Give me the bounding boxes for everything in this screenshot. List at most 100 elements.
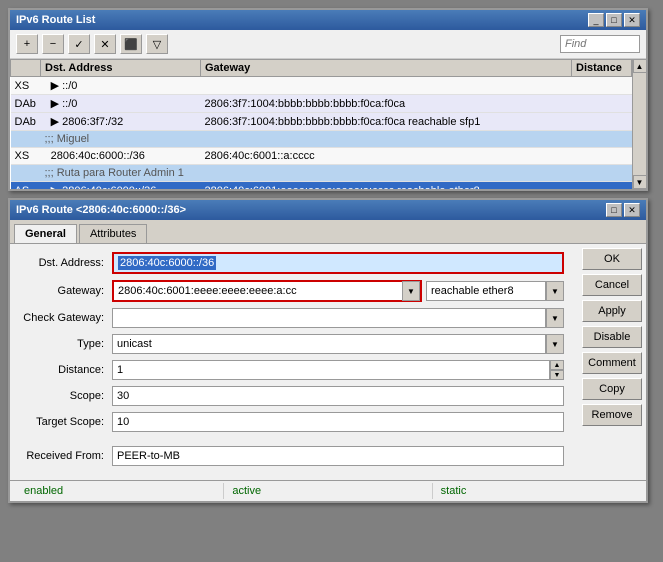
row-dst: 2806:40c:6000::/36	[41, 148, 201, 165]
status-bar: enabled active static	[10, 480, 646, 501]
detail-titlebar: IPv6 Route <2806:40c:6000::/36> □ ✕	[10, 200, 646, 220]
title-buttons: _ □ ✕	[588, 13, 640, 27]
status-active: active	[224, 483, 432, 499]
toolbar: + − ✓ ✕ ⬛ ▽	[10, 30, 646, 59]
scope-field[interactable]: 30	[112, 386, 564, 406]
check-gateway-dropdown[interactable]: ▼	[546, 308, 564, 328]
copy-button[interactable]: Copy	[582, 378, 642, 400]
distance-label: Distance:	[22, 364, 112, 376]
detail-minimize-button[interactable]: □	[606, 203, 622, 217]
table-row[interactable]: XS 2806:40c:6000::/36 2806:40c:6001::a:c…	[11, 148, 632, 165]
form-area: Dst. Address: 2806:40c:6000::/36 Gateway…	[10, 244, 576, 480]
table-row-selected[interactable]: AS ▶ 2806:40c:6000::/36 2806:40c:6001:ee…	[11, 182, 632, 190]
row-distance	[572, 77, 632, 95]
scope-row: Scope: 30	[22, 386, 564, 406]
col-header-distance[interactable]: Distance	[572, 60, 632, 77]
gateway-row: Gateway: ▼ reachable ether8 ▼	[22, 280, 564, 302]
target-scope-row: Target Scope: 10	[22, 412, 564, 432]
route-list-titlebar: IPv6 Route List _ □ ✕	[10, 10, 646, 30]
detail-close-button[interactable]: ✕	[624, 203, 640, 217]
row-gateway: 2806:40c:6001:eeee:eeee:eeee:a:cccc reac…	[201, 182, 572, 190]
spacer	[22, 438, 564, 446]
row-gateway	[201, 77, 572, 95]
comment-button[interactable]: Comment	[582, 352, 642, 374]
minimize-button[interactable]: _	[588, 13, 604, 27]
distance-up-button[interactable]: ▲	[550, 360, 564, 370]
dst-address-label: Dst. Address:	[22, 257, 112, 269]
gateway-dropdown-button[interactable]: ▼	[402, 281, 420, 301]
apply-button[interactable]: Apply	[582, 300, 642, 322]
row-flag: XS	[11, 148, 41, 165]
copy-button[interactable]: ⬛	[120, 34, 142, 54]
table-scroll-area: Dst. Address Gateway Distance XS ▶ ::/0 …	[10, 59, 632, 189]
row-distance	[572, 113, 632, 131]
check-gateway-label: Check Gateway:	[22, 312, 112, 324]
col-header-flag[interactable]	[11, 60, 41, 77]
distance-field[interactable]: 1	[112, 360, 550, 380]
row-dst: ▶ ::/0	[41, 77, 201, 95]
remove-button[interactable]: −	[42, 34, 64, 54]
distance-value: 1	[117, 364, 123, 376]
type-row: Type: unicast ▼	[22, 334, 564, 354]
row-flag: DAb	[11, 95, 41, 113]
route-table: Dst. Address Gateway Distance XS ▶ ::/0 …	[10, 59, 632, 189]
gateway-label: Gateway:	[22, 285, 112, 297]
distance-down-button[interactable]: ▼	[550, 370, 564, 380]
table-row-group[interactable]: ;;; Miguel	[11, 131, 632, 148]
scrollbar-vertical[interactable]: ▲ ▼	[632, 59, 646, 189]
col-header-gateway[interactable]: Gateway	[201, 60, 572, 77]
action-buttons: OK Cancel Apply Disable Comment Copy Rem…	[576, 244, 646, 480]
close-button[interactable]: ✕	[624, 13, 640, 27]
maximize-button[interactable]: □	[606, 13, 622, 27]
search-input[interactable]	[560, 35, 640, 53]
dst-address-row: Dst. Address: 2806:40c:6000::/36	[22, 252, 564, 274]
gateway-field-container: ▼	[112, 280, 422, 302]
scope-label: Scope:	[22, 390, 112, 402]
row-flag	[11, 131, 41, 148]
remove-button[interactable]: Remove	[582, 404, 642, 426]
table-row[interactable]: DAb ▶ ::/0 2806:3f7:1004:bbbb:bbbb:bbbb:…	[11, 95, 632, 113]
dst-address-field[interactable]: 2806:40c:6000::/36	[112, 252, 564, 274]
row-flag: XS	[11, 77, 41, 95]
type-field[interactable]: unicast	[112, 334, 546, 354]
received-from-field[interactable]: PEER-to-MB	[112, 446, 564, 466]
route-list-window: IPv6 Route List _ □ ✕ + − ✓ ✕ ⬛ ▽ Dst. A…	[8, 8, 648, 191]
scope-value: 30	[117, 390, 129, 402]
detail-content: Dst. Address: 2806:40c:6000::/36 Gateway…	[10, 244, 646, 480]
check-gateway-field[interactable]	[112, 308, 546, 328]
add-button[interactable]: +	[16, 34, 38, 54]
reachable-dropdown-button[interactable]: ▼	[546, 281, 564, 301]
received-from-value: PEER-to-MB	[117, 450, 180, 462]
ok-button[interactable]: OK	[582, 248, 642, 270]
type-dropdown[interactable]: ▼	[546, 334, 564, 354]
cancel-button[interactable]: Cancel	[582, 274, 642, 296]
disable-button[interactable]: Disable	[582, 326, 642, 348]
row-distance	[572, 182, 632, 190]
target-scope-field[interactable]: 10	[112, 412, 564, 432]
tab-attributes[interactable]: Attributes	[79, 224, 147, 243]
target-scope-label: Target Scope:	[22, 416, 112, 428]
table-row[interactable]: XS ▶ ::/0	[11, 77, 632, 95]
detail-title: IPv6 Route <2806:40c:6000::/36>	[16, 204, 186, 216]
distance-row: Distance: 1 ▲ ▼	[22, 360, 564, 380]
tab-general[interactable]: General	[14, 224, 77, 243]
status-enabled: enabled	[16, 483, 224, 499]
type-label: Type:	[22, 338, 112, 350]
scroll-down-button[interactable]: ▼	[633, 175, 647, 189]
row-group-label: ;;; Miguel	[41, 131, 632, 148]
scroll-up-button[interactable]: ▲	[633, 59, 647, 73]
check-button[interactable]: ✓	[68, 34, 90, 54]
row-flag: AS	[11, 182, 41, 190]
gateway-input[interactable]	[114, 282, 402, 300]
filter-button[interactable]: ▽	[146, 34, 168, 54]
table-row-group[interactable]: ;;; Ruta para Router Admin 1	[11, 165, 632, 182]
row-group-label: ;;; Ruta para Router Admin 1	[41, 165, 632, 182]
received-from-row: Received From: PEER-to-MB	[22, 446, 564, 466]
type-value: unicast	[117, 338, 152, 350]
row-dst: ▶ ::/0	[41, 95, 201, 113]
route-table-container: Dst. Address Gateway Distance XS ▶ ::/0 …	[10, 59, 646, 189]
col-header-dst[interactable]: Dst. Address	[41, 60, 201, 77]
table-row[interactable]: DAb ▶ 2806:3f7:/32 2806:3f7:1004:bbbb:bb…	[11, 113, 632, 131]
cancel-button[interactable]: ✕	[94, 34, 116, 54]
tabs-bar: General Attributes	[10, 220, 646, 244]
